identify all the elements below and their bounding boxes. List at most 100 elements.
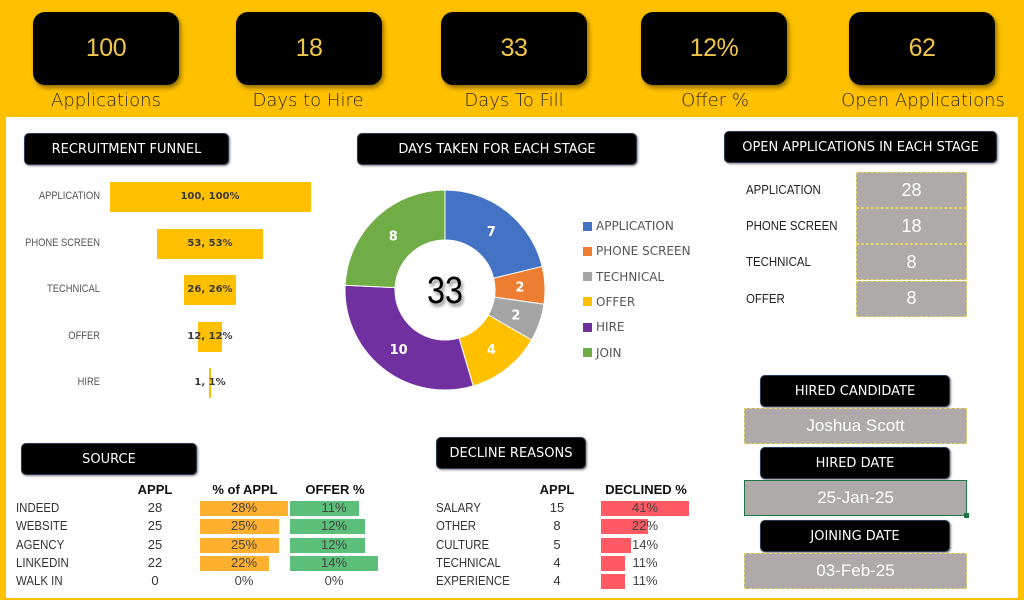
- open-stage-label: TECHNICAL: [746, 254, 811, 270]
- legend-item: OFFER: [583, 295, 635, 309]
- hired-candidate-cell[interactable]: Joshua Scott: [744, 408, 967, 444]
- open-stage-count-cell[interactable]: 28: [856, 172, 967, 208]
- source-pct-text: 28%: [230, 500, 258, 515]
- donut-data-label: 8: [389, 230, 398, 245]
- source-pct-text: 25%: [230, 536, 258, 552]
- recruitment-funnel-header: RECRUITMENT FUNNEL: [24, 133, 229, 165]
- decline-column-header: DECLINED %: [605, 482, 687, 497]
- source-column-header: OFFER %: [305, 482, 365, 497]
- joining-date-cell[interactable]: 03-Feb-25: [744, 553, 967, 589]
- funnel-category-label: PHONE SCREEN: [25, 236, 100, 249]
- funnel-data-label: 26, 26%: [187, 284, 233, 295]
- donut-data-label: 2: [511, 309, 520, 324]
- source-offer-text: 12%: [320, 518, 348, 534]
- decline-pct-text: 22%: [631, 518, 659, 534]
- kpi-open-applications-label: Open Applications: [841, 90, 1005, 111]
- joining-date-header: JOINING DATE: [760, 520, 950, 552]
- kpi-days-to-fill-label: Days To Fill: [464, 90, 564, 111]
- source-appl: 28: [147, 500, 163, 515]
- open-stage-label: APPLICATION: [746, 182, 821, 197]
- decline-pct-text: 11%: [632, 573, 658, 589]
- source-name: LINKEDIN: [16, 554, 69, 570]
- decline-appl: 15: [549, 500, 565, 515]
- funnel-category-label: APPLICATION: [38, 190, 100, 202]
- open-stage-count-cell[interactable]: 18: [856, 208, 967, 245]
- decline-column-header: APPL: [539, 482, 575, 497]
- funnel-category-label: HIRE: [77, 376, 100, 388]
- days-taken-donut-chart: 7 2 2 4 10 8 33: [344, 189, 546, 391]
- legend-item: APPLICATION: [583, 219, 674, 233]
- source-name: WEBSITE: [16, 518, 68, 534]
- source-offer-text: 12%: [320, 536, 348, 552]
- decline-appl: 5: [553, 536, 561, 552]
- legend-swatch: [583, 297, 592, 307]
- legend-label: APPLICATION: [596, 219, 674, 233]
- source-appl: 0: [151, 573, 159, 589]
- legend-item: TECHNICAL: [583, 270, 664, 284]
- source-column-header: APPL: [137, 482, 173, 497]
- legend-item: JOIN: [583, 346, 622, 360]
- decline-reasons-header: DECLINE REASONS: [436, 437, 586, 469]
- source-offer-text: 11%: [321, 500, 347, 515]
- hired-date-header: HIRED DATE: [760, 447, 950, 479]
- kpi-open-applications-card: 62: [849, 12, 995, 85]
- source-pct-text: 0%: [234, 573, 254, 589]
- decline-appl: 4: [553, 573, 561, 589]
- open-stage-count-cell[interactable]: 8: [856, 244, 967, 281]
- kpi-days-to-hire-value: 18: [295, 34, 323, 62]
- donut-data-label: 4: [487, 343, 496, 358]
- hired-candidate-header: HIRED CANDIDATE: [760, 375, 950, 407]
- legend-label: PHONE SCREEN: [596, 244, 691, 259]
- kpi-offer-pct-value: 12%: [689, 34, 739, 62]
- funnel-category-label: TECHNICAL: [47, 283, 100, 295]
- legend-item: PHONE SCREEN: [583, 244, 691, 258]
- open-applications-header: OPEN APPLICATIONS IN EACH STAGE: [724, 131, 997, 163]
- donut-data-label: 7: [487, 225, 496, 240]
- legend-label: JOIN: [596, 345, 622, 360]
- decline-pct-text: 41%: [631, 500, 659, 515]
- donut-center-total: 33: [427, 270, 463, 312]
- donut-data-label: 10: [390, 343, 408, 358]
- kpi-open-applications-value: 62: [908, 34, 936, 62]
- funnel-data-label: 53, 53%: [187, 237, 233, 249]
- kpi-days-to-hire-card: 18: [236, 12, 382, 85]
- decline-pct-text: 14%: [631, 536, 659, 552]
- legend-item: HIRE: [583, 320, 624, 334]
- kpi-offer-pct-card: 12%: [641, 12, 787, 85]
- funnel-data-label: 1, 1%: [194, 377, 226, 388]
- kpi-applications-label: Applications: [51, 90, 161, 111]
- decline-reason-name: TECHNICAL: [436, 554, 501, 570]
- fill-handle[interactable]: [964, 513, 969, 518]
- source-name: INDEED: [16, 500, 60, 515]
- source-offer-text: 14%: [320, 554, 348, 570]
- decline-reason-name: CULTURE: [436, 536, 490, 552]
- source-name: WALK IN: [16, 573, 63, 589]
- kpi-days-to-fill-value: 33: [500, 34, 528, 62]
- legend-swatch: [583, 272, 592, 282]
- kpi-offer-pct-label: Offer %: [681, 90, 749, 111]
- source-pct-text: 22%: [230, 554, 258, 570]
- decline-appl: 8: [553, 518, 561, 534]
- legend-swatch: [583, 246, 592, 256]
- source-name: AGENCY: [16, 536, 65, 552]
- hired-date-cell[interactable]: 25-Jan-25: [744, 480, 969, 518]
- legend-label: OFFER: [596, 294, 636, 309]
- open-stage-count-cell[interactable]: 8: [856, 280, 967, 317]
- decline-reason-name: SALARY: [436, 500, 481, 515]
- legend-label: HIRE: [596, 320, 625, 335]
- legend-label: TECHNICAL: [596, 269, 665, 284]
- kpi-days-to-hire-label: Days to Hire: [252, 90, 364, 111]
- source-offer-text: 0%: [324, 573, 344, 589]
- source-column-header: % of APPL: [212, 482, 278, 497]
- decline-appl: 4: [553, 554, 561, 570]
- source-appl: 22: [147, 554, 163, 570]
- funnel-category-label: OFFER: [68, 329, 100, 342]
- decline-reason-name: OTHER: [436, 518, 477, 534]
- kpi-applications-value: 100: [85, 34, 127, 62]
- source-appl: 25: [147, 536, 163, 552]
- decline-pct-text: 11%: [632, 554, 658, 570]
- source-appl: 25: [147, 518, 163, 534]
- kpi-applications-card: 100: [33, 12, 179, 85]
- decline-reason-name: EXPERIENCE: [436, 573, 510, 589]
- open-stage-label: PHONE SCREEN: [746, 218, 838, 234]
